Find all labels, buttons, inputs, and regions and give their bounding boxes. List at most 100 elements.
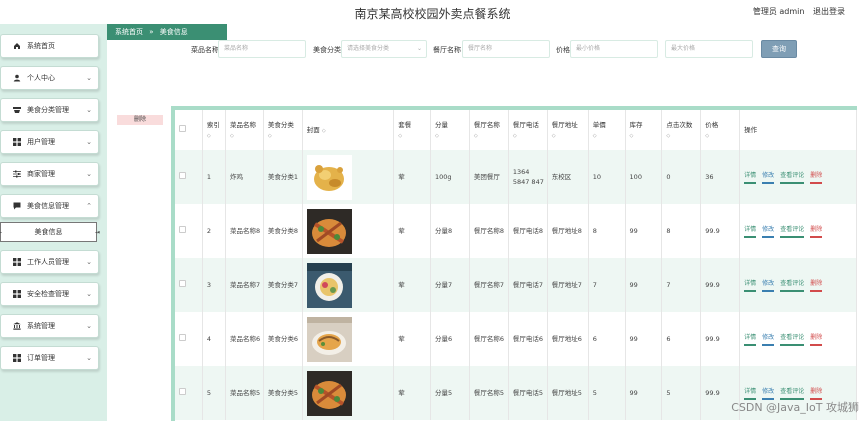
column-header-5[interactable]: 套餐 ◇ [393,110,432,150]
row-checkbox-cell[interactable] [175,150,203,204]
column-header-4[interactable]: 封面 ◇ [302,110,395,150]
sidebar-item-1[interactable]: 个人中心 ⌄ [0,66,99,90]
cover-cell [302,150,395,204]
table-cell: 荤 [393,366,432,420]
sort-icon[interactable]: ◇ [474,133,478,139]
sort-icon[interactable]: ◇ [398,133,402,139]
sidebar-item-6[interactable]: 工作人员管理 ⌄ [0,250,99,274]
table-cell: 3 [202,258,226,312]
delete-button[interactable]: 删除 [810,225,823,238]
view-comments-button[interactable]: 查看评论 [780,225,805,238]
chevron-down-icon: ⌄ [416,45,422,52]
row-checkbox-cell[interactable] [175,312,203,366]
sort-icon[interactable]: ◇ [705,133,709,139]
sidebar-subitem-food-info[interactable]: ⇤ 美食信息 ⇥ [0,222,100,242]
shop-input[interactable]: 餐厅名称 [462,40,550,58]
view-comments-button[interactable]: 查看评论 [780,333,805,346]
column-header-12[interactable]: 点击次数 ◇ [661,110,702,150]
detail-button[interactable]: 详情 [744,333,757,346]
column-header-label: 操作 [744,126,758,134]
row-checkbox[interactable] [179,226,186,233]
sidebar-item-2[interactable]: 美食分类管理 ⌄ [0,98,99,122]
sidebar-item-0[interactable]: 系统首页 [0,34,99,58]
row-checkbox[interactable] [179,172,186,179]
detail-button[interactable]: 详情 [744,171,757,184]
table-cell: 美团餐厅 [469,150,509,204]
sort-icon[interactable]: ◇ [268,133,272,139]
table-cell: 1 [202,150,226,204]
sort-icon[interactable]: ◇ [593,133,597,139]
actions-cell: 详情 修改 查看评论 删除 [739,204,857,258]
column-header-14[interactable]: 操作 [739,110,857,150]
sort-icon[interactable]: ◇ [230,133,234,139]
row-checkbox[interactable] [179,280,186,287]
sidebar-item-label: 个人中心 [27,74,55,82]
table-cell: 餐厅地址8 [547,204,589,258]
edit-button[interactable]: 修改 [762,225,775,238]
sort-icon[interactable]: ◇ [630,133,634,139]
food-cover-image [306,154,393,200]
top-bar: 南京某高校校园外卖点餐系统 管理员 admin 退出登录 [0,0,865,24]
type-select[interactable]: 请选择美食分类 ⌄ [341,40,427,58]
column-header-10[interactable]: 单價 ◇ [588,110,626,150]
sidebar-item-5[interactable]: 美食信息管理 ⌃ [0,194,99,218]
row-checkbox[interactable] [179,334,186,341]
sidebar-item-7[interactable]: 安全检查管理 ⌄ [0,282,99,306]
name-input[interactable]: 菜品名称 [218,40,306,58]
column-header-0[interactable] [175,110,203,150]
column-header-13[interactable]: 价格 ◇ [700,110,741,150]
table-cell: 菜品名称5 [225,366,264,420]
table-cell: 餐厅电话7 [508,258,548,312]
edit-button[interactable]: 修改 [762,279,775,292]
sort-icon[interactable]: ◇ [513,133,517,139]
batch-delete-button[interactable]: 删除 [117,115,163,125]
sort-icon[interactable]: ◇ [322,128,326,134]
view-comments-button[interactable]: 查看评论 [780,171,805,184]
sidebar-item-8[interactable]: 系统管理 ⌄ [0,314,99,338]
table-cell: 99 [625,258,663,312]
view-comments-button[interactable]: 查看评论 [780,279,805,292]
query-button[interactable]: 查询 [761,40,797,58]
detail-button[interactable]: 详情 [744,279,757,292]
row-checkbox[interactable] [179,388,186,395]
sort-icon[interactable]: ◇ [552,133,556,139]
column-header-9[interactable]: 餐厅地址 ◇ [547,110,589,150]
edit-button[interactable]: 修改 [762,333,775,346]
breadcrumb-home[interactable]: 系统首页 [115,28,143,36]
column-header-1[interactable]: 索引 ◇ [202,110,226,150]
detail-button[interactable]: 详情 [744,225,757,238]
sort-icon[interactable]: ◇ [666,133,670,139]
table-cell: 东校区 [547,150,589,204]
sidebar-item-label: 系统首页 [27,42,55,50]
delete-button[interactable]: 删除 [810,279,823,292]
sort-icon[interactable]: ◇ [207,133,211,139]
chevron-up-icon: ⌃ [86,202,92,210]
breadcrumb-current: 美食信息 [159,28,188,36]
table-row: 2 菜品名称8 美食分类8 荤分量8 餐厅名称8 餐厅电话8 餐厅地址8 8 99 8 99.9 详情… [175,204,857,258]
max-price-input[interactable]: 最大价格 [665,40,753,58]
row-checkbox-cell[interactable] [175,258,203,312]
column-header-2[interactable]: 菜品名称 ◇ [225,110,264,150]
min-price-input[interactable]: 最小价格 [570,40,658,58]
row-checkbox-cell[interactable] [175,366,203,420]
column-header-7[interactable]: 餐厅名称 ◇ [469,110,509,150]
sidebar-item-9[interactable]: 订单管理 ⌄ [0,346,99,370]
sidebar-item-3[interactable]: 用户管理 ⌄ [0,130,99,154]
table-cell: 1364 5847 847 [508,150,548,204]
column-header-8[interactable]: 餐厅电话 ◇ [508,110,548,150]
sidebar-item-4[interactable]: 商家管理 ⌄ [0,162,99,186]
table-cell: 菜品名称7 [225,258,264,312]
table-cell: 餐厅地址6 [547,312,589,366]
column-header-3[interactable]: 美食分类 ◇ [263,110,303,150]
column-header-11[interactable]: 库存 ◇ [625,110,663,150]
row-checkbox-cell[interactable] [175,204,203,258]
delete-button[interactable]: 删除 [810,171,823,184]
sort-icon[interactable]: ◇ [435,133,439,139]
edit-button[interactable]: 修改 [762,171,775,184]
logout-link[interactable]: 退出登录 [813,7,845,16]
column-header-label: 美食分类 [267,120,294,129]
select-all-checkbox[interactable] [179,125,186,132]
table-cell: 餐厅地址7 [547,258,589,312]
delete-button[interactable]: 删除 [810,333,823,346]
column-header-6[interactable]: 分量 ◇ [430,110,470,150]
